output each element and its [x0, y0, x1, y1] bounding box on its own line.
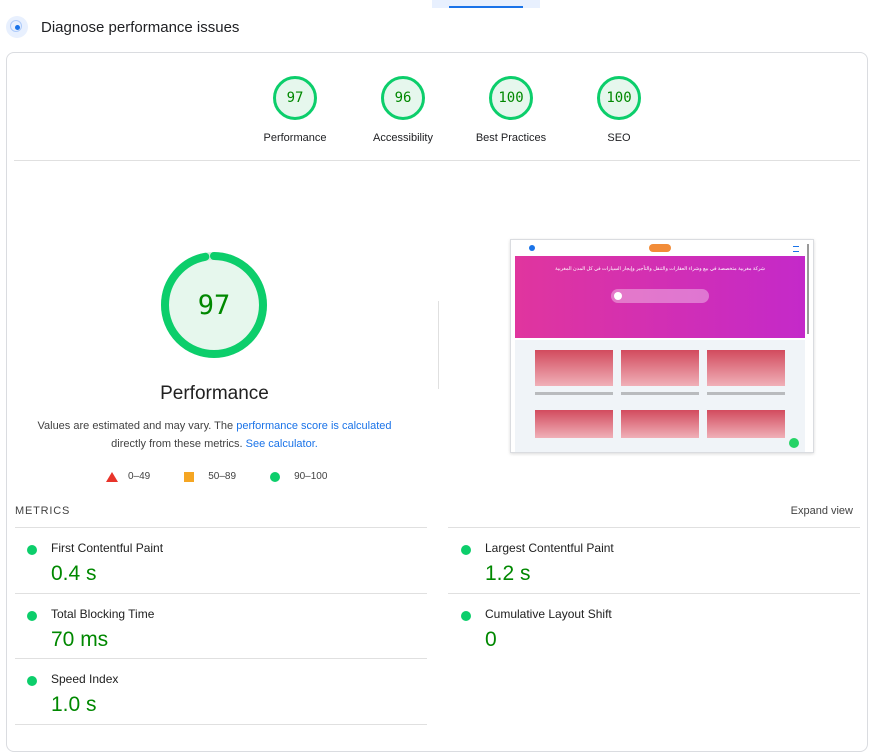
- gauge-accessibility[interactable]: 96 Accessibility: [349, 76, 457, 144]
- legend-range: 90–100: [294, 471, 328, 482]
- metric-divider: [15, 724, 427, 725]
- pass-circle-icon: [461, 545, 471, 555]
- vertical-divider: [438, 301, 439, 389]
- diagnose-icon: [6, 16, 28, 38]
- metric-value: 1.2 s: [485, 562, 531, 585]
- desc-text: directly from these metrics.: [111, 438, 246, 450]
- metric-divider: [15, 593, 427, 594]
- listing-image: [707, 350, 785, 386]
- performance-score-link[interactable]: performance score is calculated: [236, 420, 391, 432]
- pass-circle-icon: [27, 545, 37, 555]
- preview-hero: شركة مغربية متخصصة في بيع وشراء العقارات…: [515, 256, 805, 338]
- metric-name: First Contentful Paint: [51, 541, 164, 555]
- listing-image: [535, 410, 613, 438]
- score-legend: 0–49 50–89 90–100: [106, 471, 361, 482]
- section-title: Diagnose performance issues: [41, 18, 240, 36]
- preview-listings: [515, 340, 805, 452]
- metrics-heading: METRICS: [15, 505, 71, 517]
- listing-image: [535, 350, 613, 386]
- gauge-score: 97: [273, 76, 317, 120]
- metric-divider: [15, 658, 427, 659]
- listing-image: [621, 350, 699, 386]
- report-card: 97 Performance 96 Accessibility 100 Best…: [6, 52, 868, 752]
- metric-value: 0.4 s: [51, 562, 97, 585]
- performance-score-gauge: 97: [161, 252, 267, 358]
- metric-name: Total Blocking Time: [51, 607, 155, 621]
- gauge-performance[interactable]: 97 Performance: [241, 76, 349, 144]
- user-icon: [529, 245, 535, 251]
- legend-item-fail: 0–49: [106, 471, 150, 482]
- expand-view-button[interactable]: Expand view: [791, 505, 853, 517]
- pass-circle-icon: [270, 471, 281, 482]
- metric-divider: [448, 593, 860, 594]
- legend-range: 0–49: [128, 471, 151, 482]
- legend-item-average: 50–89: [184, 471, 236, 482]
- whatsapp-icon: [789, 438, 799, 448]
- gauge-score: 96: [381, 76, 425, 120]
- legend-range: 50–89: [208, 471, 237, 482]
- preview-scrollbar: [807, 244, 809, 334]
- fail-triangle-icon: [106, 471, 118, 482]
- page-screenshot-preview: شركة مغربية متخصصة في بيع وشراء العقارات…: [510, 239, 814, 453]
- gauge-label: Performance: [263, 132, 327, 144]
- metric-value: 1.0 s: [51, 693, 97, 716]
- metric-name: Speed Index: [51, 672, 119, 686]
- average-square-icon: [184, 471, 195, 482]
- gauge-score: 100: [489, 76, 533, 120]
- pass-circle-icon: [27, 676, 37, 686]
- performance-score-value: 97: [198, 290, 231, 321]
- gauge-label: Best Practices: [475, 132, 547, 144]
- metric-divider: [448, 527, 860, 528]
- divider: [14, 160, 860, 161]
- pass-circle-icon: [27, 611, 37, 621]
- listing-caption: [707, 392, 785, 395]
- metric-value: 0: [485, 628, 497, 651]
- listing-caption: [535, 392, 613, 395]
- section-header: Diagnose performance issues: [6, 14, 239, 40]
- listing-image: [707, 410, 785, 438]
- performance-description: Values are estimated and may vary. The p…: [27, 417, 402, 453]
- gauge-label: SEO: [607, 132, 631, 144]
- metric-value: 70 ms: [51, 628, 109, 651]
- metric-divider: [15, 527, 427, 528]
- legend-item-pass: 90–100: [270, 471, 327, 482]
- active-tab-indicator: [432, 0, 540, 8]
- gauge-score: 100: [597, 76, 641, 120]
- listing-image: [621, 410, 699, 438]
- preview-topbar: [511, 240, 813, 256]
- preview-hero-text: شركة مغربية متخصصة في بيع وشراء العقارات…: [555, 266, 765, 272]
- listing-caption: [621, 392, 699, 395]
- site-logo: [649, 244, 671, 252]
- category-gauges: 97 Performance 96 Accessibility 100 Best…: [241, 76, 673, 144]
- gauge-best-practices[interactable]: 100 Best Practices: [457, 76, 565, 144]
- preview-search-bar: [611, 289, 709, 303]
- desc-text: Values are estimated and may vary. The: [37, 420, 237, 432]
- menu-icon: [793, 246, 799, 252]
- metric-name: Largest Contentful Paint: [485, 541, 614, 555]
- see-calculator-link[interactable]: See calculator.: [246, 438, 318, 450]
- performance-title: Performance: [160, 383, 269, 404]
- gauge-label: Accessibility: [373, 132, 433, 144]
- pass-circle-icon: [461, 611, 471, 621]
- gauge-seo[interactable]: 100 SEO: [565, 76, 673, 144]
- metric-name: Cumulative Layout Shift: [485, 607, 612, 621]
